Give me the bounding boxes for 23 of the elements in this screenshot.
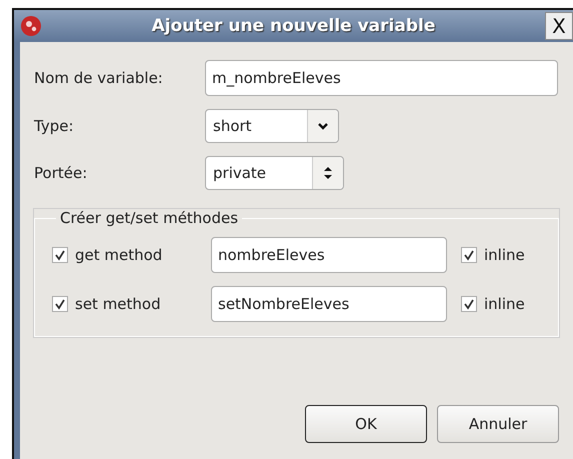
check-icon xyxy=(54,298,66,310)
method-name-field[interactable]: nombreEleves xyxy=(211,237,447,273)
group-title: Créer get/set méthodes xyxy=(59,209,240,227)
variable-name-field[interactable]: m_nombreEleves xyxy=(205,60,558,96)
ok-button[interactable]: OK xyxy=(305,405,427,443)
inline-checkbox[interactable]: inline xyxy=(461,246,525,264)
method-name-field[interactable]: setNombreEleves xyxy=(211,286,447,322)
field-label: Nom de variable: xyxy=(34,69,164,87)
check-icon xyxy=(463,298,475,310)
scope-spinner[interactable]: private xyxy=(205,156,344,190)
field-label: Type: xyxy=(34,117,75,135)
window-title: Ajouter une nouvelle variable xyxy=(150,16,436,36)
cancel-button[interactable]: Annuler xyxy=(437,405,559,443)
inline-checkbox[interactable]: inline xyxy=(461,295,525,313)
method-checkbox[interactable]: set method xyxy=(52,295,211,313)
check-icon xyxy=(463,249,475,261)
type-dropdown[interactable]: short xyxy=(205,109,339,143)
chevron-down-icon xyxy=(317,121,329,131)
field-label: Portée: xyxy=(34,164,88,182)
up-down-arrows-icon xyxy=(323,165,333,181)
check-icon xyxy=(54,249,66,261)
close-button[interactable]: X xyxy=(545,12,573,40)
method-checkbox[interactable]: get method xyxy=(52,246,211,264)
